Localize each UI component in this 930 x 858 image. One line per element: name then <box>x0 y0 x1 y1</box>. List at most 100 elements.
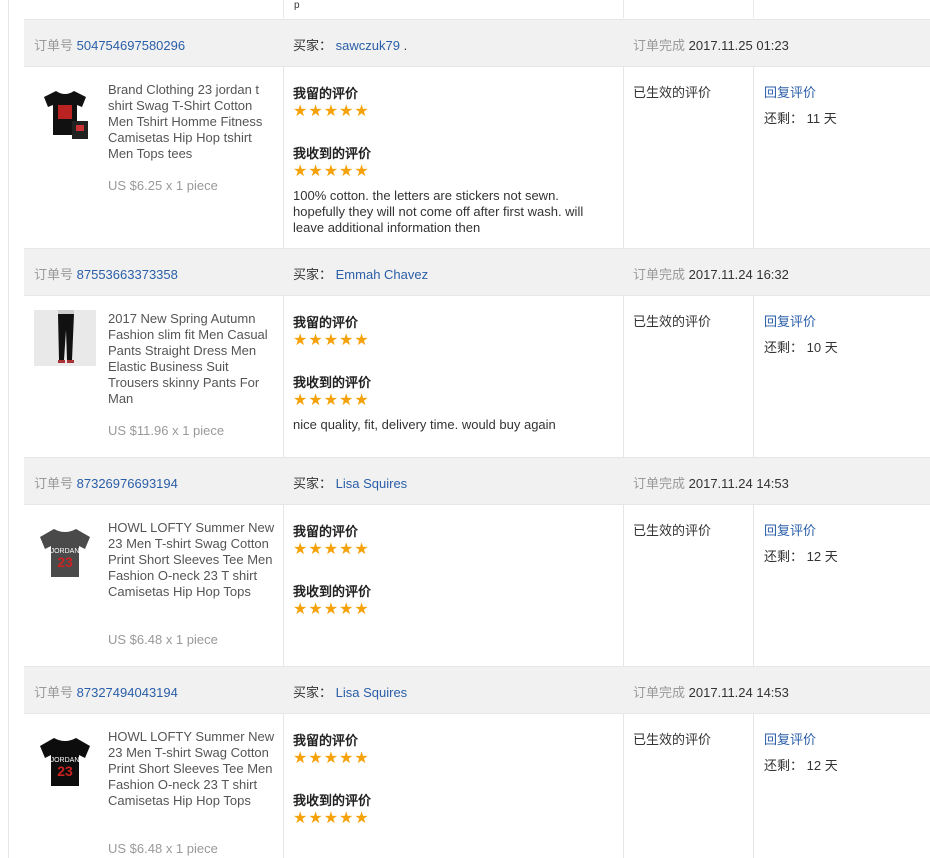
star-icon: ★ <box>323 103 339 120</box>
status-cell: 已生效的评价 <box>624 296 754 459</box>
product-title[interactable]: HOWL LOFTY Summer New 23 Men T-shirt Swa… <box>108 729 278 809</box>
star-icon: ★ <box>354 392 369 409</box>
completed-time: 订单完成 2017.11.24 14:53 <box>633 682 789 701</box>
product-title[interactable]: HOWL LOFTY Summer New 23 Men T-shirt Swa… <box>108 520 278 600</box>
remaining-label: 还剩： <box>764 758 804 773</box>
received-review-label: 我收到的评价 <box>293 793 372 808</box>
product-cell: 2017 New Spring Autumn Fashion slim fit … <box>24 296 284 459</box>
star-icon: ★ <box>308 392 323 409</box>
product-cell: JORDAN 23 HOWL LOFTY Summer New 23 Men T… <box>24 714 284 858</box>
completed-value: 2017.11.24 14:53 <box>688 685 789 700</box>
svg-text:23: 23 <box>57 763 73 779</box>
star-icon: ★ <box>339 163 354 180</box>
reply-review-link[interactable]: 回复评价 <box>764 311 816 330</box>
completed-value: 2017.11.24 16:32 <box>688 267 789 282</box>
order-number: 订单号 87326976693194 <box>34 473 178 492</box>
star-icon: ★ <box>354 163 369 180</box>
star-icon: ★ <box>354 332 369 349</box>
star-icon: ★ <box>323 392 339 409</box>
buyer-link[interactable]: Emmah Chavez <box>336 267 428 282</box>
product-cell: Brand Clothing 23 jordan t shirt Swag T-… <box>24 67 284 249</box>
my-review-label: 我留的评价 <box>293 524 359 539</box>
grey-tshirt-icon[interactable]: JORDAN 23 <box>34 519 96 581</box>
star-icon: ★ <box>308 103 323 120</box>
my-rating-stars: ★ ★ ★ ★ ★ <box>293 542 369 558</box>
product-title[interactable]: 2017 New Spring Autumn Fashion slim fit … <box>108 311 278 407</box>
completed-time: 订单完成 2017.11.24 16:32 <box>633 264 789 283</box>
completed-label: 订单完成 <box>633 267 686 282</box>
review-cell: 我留的评价 ★ ★ ★ ★ ★ 我收到的评价 ★ ★ ★ ★ ★ 100% cotton. th… <box>284 67 624 249</box>
order-number: 订单号 87553663373358 <box>34 264 178 283</box>
remaining-value: 12 <box>806 758 822 773</box>
buyer: 买家： Lisa Squires <box>293 473 407 492</box>
action-cell: 回复评价 还剩： 10 天 <box>754 296 930 459</box>
completed-label: 订单完成 <box>633 476 686 491</box>
received-rating-stars: ★ ★ ★ ★ ★ <box>293 164 369 180</box>
buyer-link[interactable]: Lisa Squires <box>336 476 408 491</box>
trousers-model-icon[interactable] <box>34 310 96 366</box>
remaining-days: 还剩： 10 天 <box>764 337 838 356</box>
black-tshirt-icon[interactable] <box>34 81 96 143</box>
product-cell: JORDAN 23 HOWL LOFTY Summer New 23 Men T… <box>24 505 284 668</box>
star-icon: ★ <box>293 750 308 767</box>
remaining-days: 还剩： 12 天 <box>764 546 838 565</box>
product-price: US $6.48 x 1 piece <box>108 632 218 647</box>
completed-label: 订单完成 <box>633 38 686 53</box>
star-icon: ★ <box>339 541 354 558</box>
reply-review-link[interactable]: 回复评价 <box>764 729 816 748</box>
star-icon: ★ <box>323 750 339 767</box>
product-title[interactable]: Brand Clothing 23 jordan t shirt Swag T-… <box>108 82 278 162</box>
product-price: US $11.96 x 1 piece <box>108 423 225 438</box>
order-body: JORDAN 23 HOWL LOFTY Summer New 23 Men T… <box>24 505 930 668</box>
review-status: 已生效的评价 <box>633 85 712 100</box>
left-border <box>8 0 9 858</box>
star-icon: ★ <box>323 601 339 618</box>
completed-label: 订单完成 <box>633 685 686 700</box>
star-icon: ★ <box>323 332 339 349</box>
order-number-label: 订单号 <box>34 38 74 53</box>
my-review-label: 我留的评价 <box>293 86 359 101</box>
received-review-label: 我收到的评价 <box>293 375 372 390</box>
star-icon: ★ <box>339 601 354 618</box>
completed-value: 2017.11.24 14:53 <box>688 476 789 491</box>
black-tshirt-icon[interactable]: JORDAN 23 <box>34 728 96 790</box>
order-block: 订单号 87327494043194 买家： Lisa Squires 订单完成… <box>24 666 930 858</box>
star-icon: ★ <box>293 103 308 120</box>
reply-review-link[interactable]: 回复评价 <box>764 520 816 539</box>
star-icon: ★ <box>354 810 369 827</box>
action-cell: 回复评价 还剩： 12 天 <box>754 714 930 858</box>
order-number-link[interactable]: 87327494043194 <box>77 685 178 700</box>
star-icon: ★ <box>308 601 323 618</box>
review-cell: 我留的评价 ★ ★ ★ ★ ★ 我收到的评价 ★ ★ ★ ★ ★ nice quality, f… <box>284 296 624 459</box>
status-cell: 已生效的评价 <box>624 714 754 858</box>
order-number-link[interactable]: 504754697580296 <box>77 38 185 53</box>
buyer-suffix: . <box>403 38 408 53</box>
status-cell: 已生效的评价 <box>624 67 754 249</box>
remnant-col-3 <box>624 0 754 18</box>
order-number: 订单号 87327494043194 <box>34 682 178 701</box>
remaining-days: 还剩： 12 天 <box>764 755 838 774</box>
star-icon: ★ <box>293 810 308 827</box>
order-number-link[interactable]: 87326976693194 <box>77 476 178 491</box>
order-body: JORDAN 23 HOWL LOFTY Summer New 23 Men T… <box>24 714 930 858</box>
completed-value: 2017.11.25 01:23 <box>688 38 789 53</box>
star-icon: ★ <box>308 332 323 349</box>
remaining-value: 10 <box>806 340 822 355</box>
buyer-label: 买家： <box>293 267 333 282</box>
star-icon: ★ <box>293 541 308 558</box>
star-icon: ★ <box>339 392 354 409</box>
order-number-link[interactable]: 87553663373358 <box>77 267 178 282</box>
feedback-list: p 订单号 504754697580296 买家： sawczuk79 . 订单… <box>0 0 930 858</box>
buyer-link[interactable]: Lisa Squires <box>336 685 408 700</box>
order-header: 订单号 504754697580296 买家： sawczuk79 . 订单完成… <box>24 19 930 67</box>
svg-text:23: 23 <box>57 554 73 570</box>
buyer-label: 买家： <box>293 38 333 53</box>
buyer-link[interactable]: sawczuk79 <box>336 38 400 53</box>
star-icon: ★ <box>323 163 339 180</box>
remaining-label: 还剩： <box>764 111 804 126</box>
remaining-label: 还剩： <box>764 549 804 564</box>
order-number-label: 订单号 <box>34 267 74 282</box>
reply-review-link[interactable]: 回复评价 <box>764 82 816 101</box>
order-number-label: 订单号 <box>34 476 74 491</box>
my-rating-stars: ★ ★ ★ ★ ★ <box>293 333 369 349</box>
